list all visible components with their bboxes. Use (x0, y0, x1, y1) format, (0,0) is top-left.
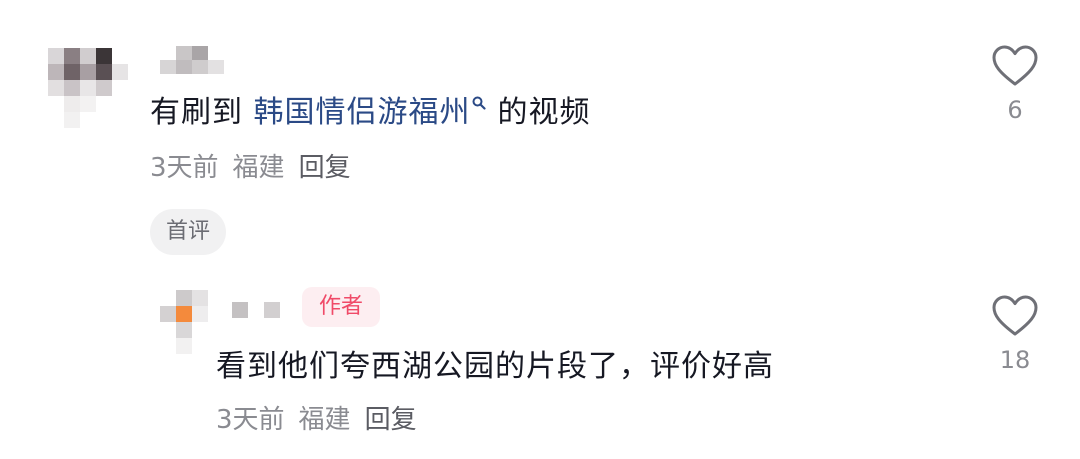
comment-text-after: 的视频 (497, 95, 591, 130)
like-count: 18 (999, 346, 1031, 374)
comment-meta: 3天前 福建 回复 (150, 151, 351, 185)
comment-text-before: 有刷到 (150, 95, 254, 130)
first-comment-badge: 首评 (150, 209, 227, 255)
reply-button[interactable]: 回复 (299, 153, 351, 183)
comment-location: 福建 (298, 405, 351, 435)
search-link[interactable]: 韩国情侣游福州 (254, 95, 498, 130)
comment-time: 3天前 (150, 153, 219, 183)
like-button[interactable]: 6 (985, 44, 1045, 124)
username-mosaic[interactable] (160, 46, 226, 74)
comment-text: 看到他们夸西湖公园的片段了，评价好高 (216, 349, 774, 384)
like-count: 6 (1007, 96, 1023, 124)
avatar[interactable] (48, 48, 128, 128)
username-mosaic[interactable] (232, 302, 280, 318)
comment-meta: 3天前 福建 回复 (216, 403, 417, 437)
comment-time: 3天前 (216, 405, 285, 435)
comment-location: 福建 (232, 153, 285, 183)
like-button[interactable]: 18 (985, 294, 1045, 374)
search-icon (472, 96, 486, 110)
heart-outline-icon[interactable] (991, 44, 1039, 88)
author-badge: 作者 (302, 287, 380, 327)
search-link-text[interactable]: 韩国情侣游福州 (254, 95, 471, 130)
heart-outline-icon[interactable] (991, 294, 1039, 338)
reply-button[interactable]: 回复 (365, 405, 417, 435)
avatar[interactable] (160, 290, 208, 354)
comment-text: 有刷到 韩国情侣游福州 的视频 (150, 93, 591, 133)
